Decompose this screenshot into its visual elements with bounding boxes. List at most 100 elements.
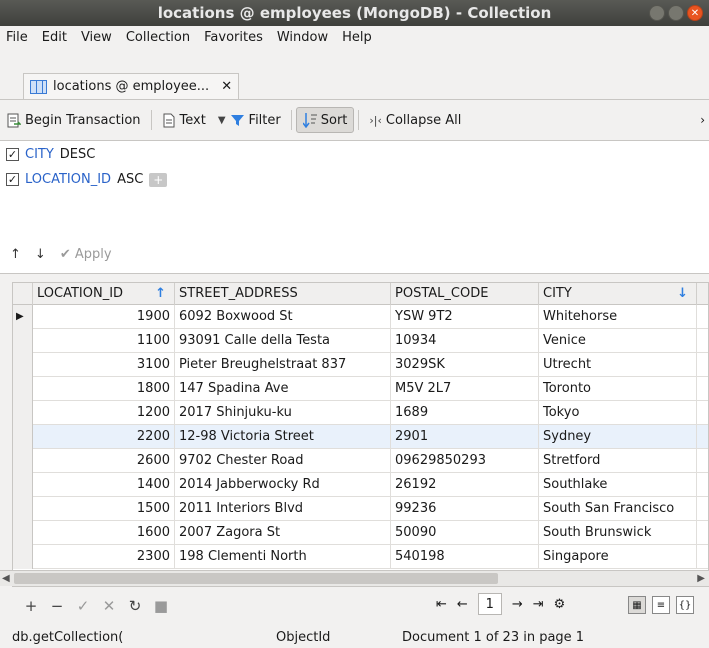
menu-favorites[interactable]: Favorites [204,30,263,45]
table-row[interactable]: 1400 2014 Jabberwocky Rd 26192 Southlake [13,473,708,497]
table-cell[interactable]: 09629850293 [391,449,539,473]
table-cell[interactable]: 93091 Calle della Testa [175,329,391,353]
stop-icon[interactable]: ■ [150,597,172,615]
menu-collection[interactable]: Collection [126,30,190,45]
table-cell[interactable]: South San Francisco [539,497,697,521]
collapse-all-button[interactable]: ›|‹ Collapse All [363,107,467,133]
tab-close-icon[interactable]: ✕ [221,79,232,94]
begin-transaction-button[interactable]: Begin Transaction [0,107,147,133]
menu-edit[interactable]: Edit [42,30,67,45]
commit-check-icon[interactable]: ✓ [72,597,94,615]
table-cell[interactable]: 10934 [391,329,539,353]
delete-document-icon[interactable]: − [46,597,68,615]
table-cell[interactable]: Stretford [539,449,697,473]
menu-help[interactable]: Help [342,30,372,45]
scrollbar-thumb[interactable] [14,573,498,584]
table-cell[interactable]: 1800 [33,377,175,401]
next-page-icon[interactable]: → [512,597,523,612]
table-cell[interactable]: M5V 2L7 [391,377,539,401]
sort-row-checkbox[interactable]: ✓ [6,148,19,161]
last-page-icon[interactable]: ⇥ [533,597,544,612]
table-cell[interactable]: Tokyo [539,401,697,425]
close-window-button[interactable]: ✕ [687,5,703,21]
row-indicator[interactable] [13,521,33,545]
table-cell[interactable]: 1200 [33,401,175,425]
table-row[interactable]: ▶ 1900 6092 Boxwood St YSW 9T2 Whitehorse [13,305,708,329]
table-row[interactable]: 1200 2017 Shinjuku-ku 1689 Tokyo [13,401,708,425]
sort-row-checkbox[interactable]: ✓ [6,173,19,186]
table-cell[interactable]: 1100 [33,329,175,353]
table-cell[interactable]: 1600 [33,521,175,545]
table-row[interactable]: 1500 2011 Interiors Blvd 99236 South San Fr… [13,497,708,521]
table-cell[interactable]: YSW 9T2 [391,305,539,329]
move-down-icon[interactable]: ↓ [35,247,46,262]
table-cell[interactable]: 2017 Shinjuku-ku [175,401,391,425]
table-cell[interactable]: Utrecht [539,353,697,377]
menu-view[interactable]: View [81,30,112,45]
row-indicator[interactable] [13,353,33,377]
table-row[interactable]: 2600 9702 Chester Road 09629850293 Stretfor… [13,449,708,473]
row-indicator[interactable] [13,449,33,473]
row-indicator[interactable] [13,545,33,569]
column-header-postal-code[interactable]: POSTAL_CODE [391,283,539,305]
table-cell[interactable]: 1900 [33,305,175,329]
first-page-icon[interactable]: ⇤ [436,597,447,612]
horizontal-scrollbar[interactable]: ◀ ▶ [0,570,709,586]
table-cell[interactable]: 3029SK [391,353,539,377]
table-cell[interactable]: 2600 [33,449,175,473]
table-row[interactable]: 1100 93091 Calle della Testa 10934 Venice [13,329,708,353]
page-number-input[interactable]: 1 [477,593,502,615]
apply-button[interactable]: ✔ Apply [60,247,112,262]
text-view-button[interactable]: Text [156,107,212,133]
sort-button[interactable]: Sort [295,107,355,133]
column-header-street-address[interactable]: STREET_ADDRESS [175,283,391,305]
table-cell[interactable]: 1689 [391,401,539,425]
row-indicator[interactable]: ▶ [13,305,33,329]
add-document-icon[interactable]: + [20,597,42,615]
table-cell[interactable]: 99236 [391,497,539,521]
table-cell[interactable]: 198 Clementi North [175,545,391,569]
table-cell[interactable]: 1400 [33,473,175,497]
form-view-icon[interactable]: ≡ [652,596,670,614]
table-cell[interactable]: 50090 [391,521,539,545]
table-cell[interactable]: Whitehorse [539,305,697,329]
row-indicator[interactable] [13,473,33,497]
menu-window[interactable]: Window [277,30,328,45]
table-cell[interactable]: 12-98 Victoria Street [175,425,391,449]
filter-button[interactable]: ▼ Filter [212,107,287,133]
table-cell[interactable]: 2300 [33,545,175,569]
table-cell[interactable]: Southlake [539,473,697,497]
json-view-icon[interactable]: {} [676,596,694,614]
grid-view-icon[interactable]: ▦ [628,596,646,614]
row-indicator[interactable] [13,329,33,353]
table-cell[interactable]: 6092 Boxwood St [175,305,391,329]
table-cell[interactable]: 9702 Chester Road [175,449,391,473]
toolbar-overflow-icon[interactable]: › [700,113,705,127]
table-cell[interactable]: Pieter Breughelstraat 837 [175,353,391,377]
minimize-button[interactable] [649,5,665,21]
scroll-left-icon[interactable]: ◀ [2,571,10,587]
sort-direction[interactable]: DESC [60,147,96,162]
table-row[interactable]: 1600 2007 Zagora St 50090 South Brunswick [13,521,708,545]
tab-locations[interactable]: locations @ employee... ✕ [23,73,240,99]
table-cell[interactable]: 2901 [391,425,539,449]
menu-file[interactable]: File [6,30,28,45]
table-cell[interactable]: 2007 Zagora St [175,521,391,545]
table-row[interactable]: 3100 Pieter Breughelstraat 837 3029SK Utrec… [13,353,708,377]
move-up-icon[interactable]: ↑ [10,247,21,262]
table-cell[interactable]: Venice [539,329,697,353]
column-header-location-id[interactable]: LOCATION_ID ↑ [33,283,175,305]
row-indicator[interactable] [13,497,33,521]
table-cell[interactable]: Sydney [539,425,697,449]
table-cell[interactable]: 147 Spadina Ave [175,377,391,401]
table-cell[interactable]: Toronto [539,377,697,401]
table-row[interactable]: 2200 12-98 Victoria Street 2901 Sydney [13,425,708,449]
table-cell[interactable]: Singapore [539,545,697,569]
scroll-right-icon[interactable]: ▶ [697,571,705,587]
add-sort-field-button[interactable]: + [149,172,168,187]
row-indicator[interactable] [13,377,33,401]
sort-field[interactable]: CITY [25,147,54,162]
table-cell[interactable]: 1500 [33,497,175,521]
chevron-down-icon[interactable]: ▼ [218,115,226,126]
sort-field[interactable]: LOCATION_ID [25,172,111,187]
